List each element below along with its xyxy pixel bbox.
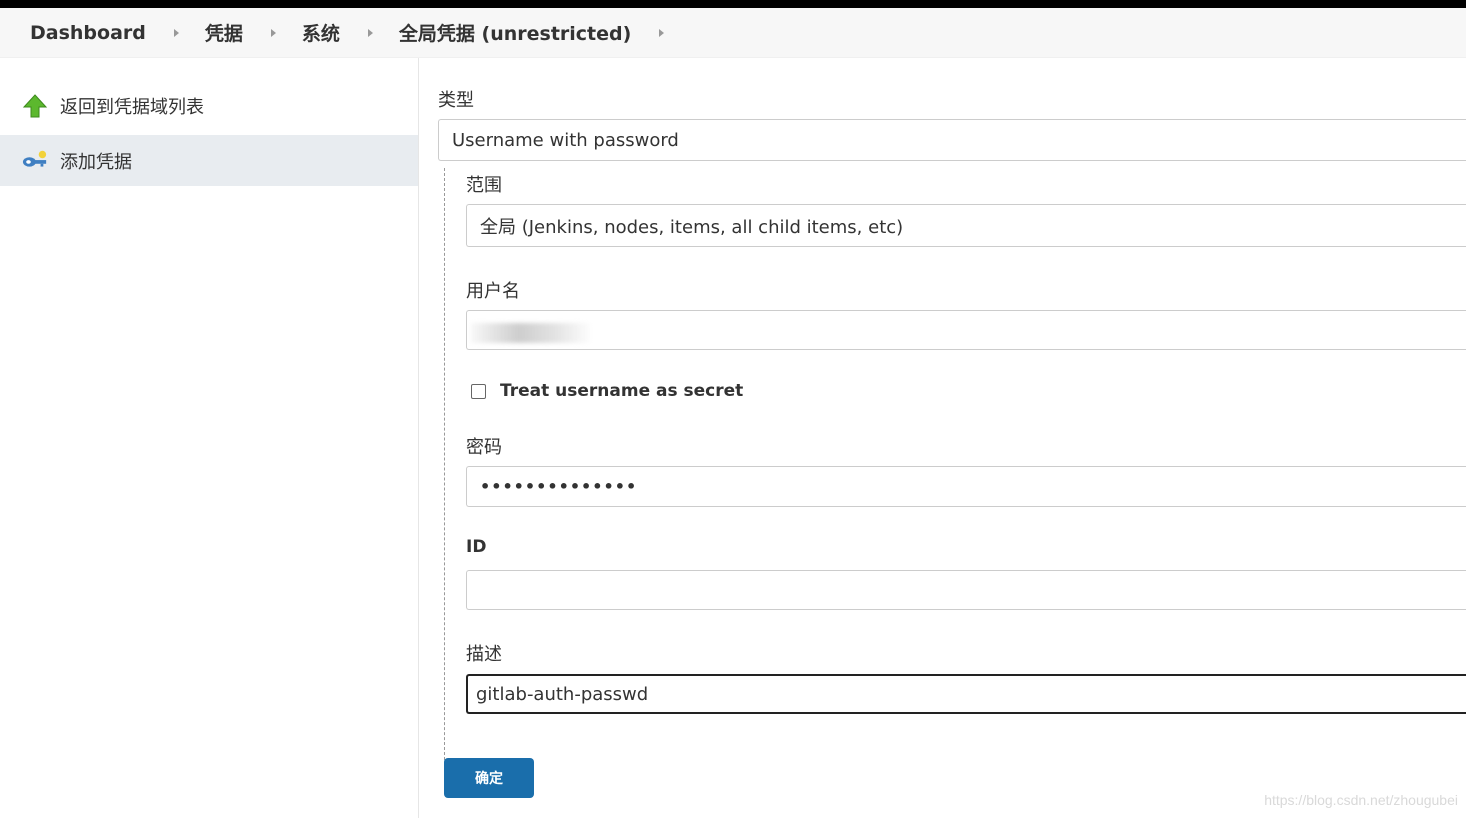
password-label: 密码 (466, 437, 502, 458)
key-icon (22, 148, 48, 174)
treat-username-secret-checkbox[interactable] (471, 383, 486, 399)
username-input[interactable] (466, 310, 1466, 350)
kind-label: 类型 (438, 90, 474, 111)
credential-form: 类型 Username with password 范围 全局 (Jenkins… (438, 58, 1466, 818)
breadcrumb-separator-icon[interactable] (367, 28, 373, 37)
scope-select[interactable]: 全局 (Jenkins, nodes, items, all child ite… (466, 204, 1466, 247)
submit-button[interactable]: 确定 (444, 758, 534, 798)
sidebar-item-label: 返回到凭据域列表 (60, 96, 204, 118)
description-label: 描述 (466, 644, 502, 665)
sidebar: 返回到凭据域列表 添加凭据 (0, 58, 419, 818)
scope-label: 范围 (466, 175, 502, 196)
password-input[interactable]: •••••••••••••• (466, 466, 1466, 507)
password-value: •••••••••••••• (480, 477, 638, 496)
watermark: https://blog.csdn.net/zhougubei (1264, 792, 1458, 808)
breadcrumb-system[interactable]: 系统 (302, 19, 340, 46)
description-input[interactable]: gitlab-auth-passwd (466, 674, 1466, 714)
sidebar-item-label: 添加凭据 (60, 151, 132, 173)
breadcrumb-separator-icon[interactable] (270, 28, 276, 37)
top-black-bar (0, 0, 1466, 8)
breadcrumb: Dashboard 凭据 系统 全局凭据 (unrestricted) (0, 8, 1466, 58)
sidebar-item-add-credentials[interactable]: 添加凭据 (0, 135, 418, 186)
kind-select[interactable]: Username with password (438, 119, 1466, 161)
id-label: ID (466, 537, 487, 557)
breadcrumb-credentials[interactable]: 凭据 (205, 19, 243, 46)
sidebar-item-back-to-domains[interactable]: 返回到凭据域列表 (0, 80, 418, 131)
breadcrumb-separator-icon[interactable] (173, 28, 179, 37)
breadcrumb-dashboard[interactable]: Dashboard (30, 22, 146, 44)
nested-section-border (444, 168, 446, 780)
treat-username-secret-label: Treat username as secret (500, 381, 744, 401)
breadcrumb-separator-icon[interactable] (659, 28, 665, 37)
blurred-username (471, 323, 591, 343)
id-input[interactable] (466, 570, 1466, 610)
username-label: 用户名 (466, 281, 520, 302)
treat-username-secret-row[interactable]: Treat username as secret (471, 381, 743, 401)
up-arrow-icon (22, 93, 48, 119)
breadcrumb-global-credentials[interactable]: 全局凭据 (unrestricted) (399, 19, 631, 46)
